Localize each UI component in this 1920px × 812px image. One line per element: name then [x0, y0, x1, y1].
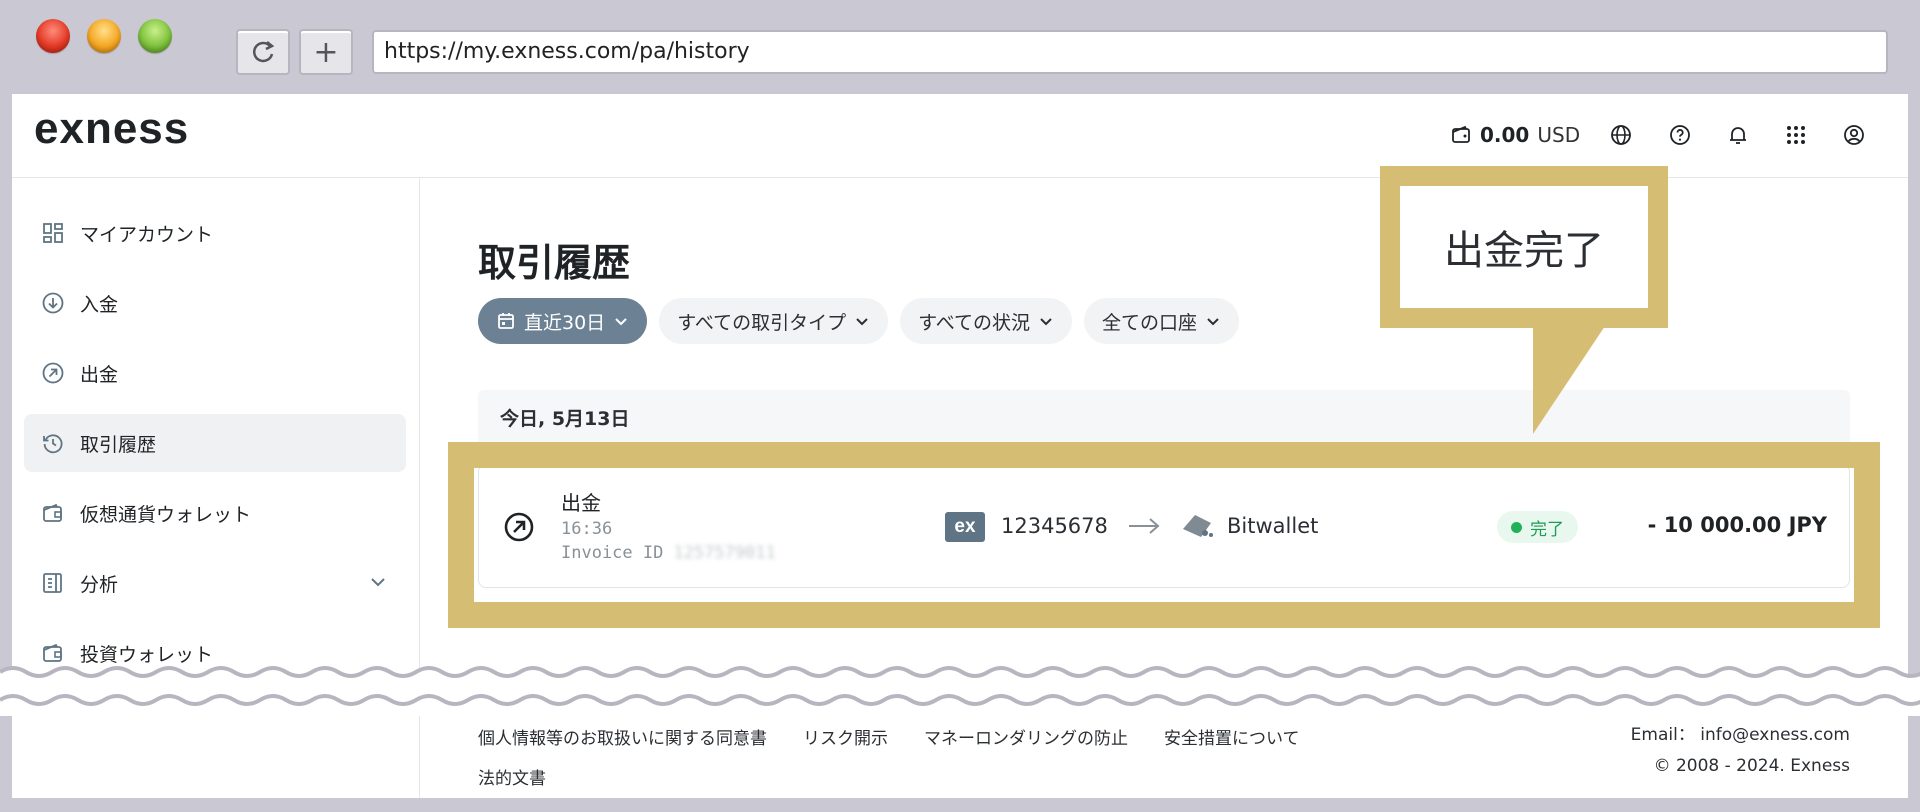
- date-group-header: 今日, 5月13日: [478, 390, 1850, 448]
- reload-icon: [252, 41, 275, 63]
- filter-period[interactable]: 直近30日: [478, 298, 648, 344]
- page-title: 取引履歴: [478, 241, 631, 285]
- help-button[interactable]: [1667, 122, 1693, 148]
- profile-button[interactable]: [1841, 122, 1867, 148]
- reload-button[interactable]: [236, 29, 290, 75]
- chevron-down-icon: [856, 318, 868, 326]
- chevron-down-icon: [1040, 318, 1052, 326]
- chevron-down-icon: [615, 318, 627, 326]
- notifications-button[interactable]: [1725, 122, 1751, 148]
- filter-bar: 直近30日 すべての取引タイプ すべての状況 全ての口座: [478, 298, 1240, 344]
- footer-link-aml[interactable]: マネーロンダリングの防止: [924, 724, 1128, 749]
- filter-status[interactable]: すべての状況: [900, 298, 1073, 344]
- address-bar[interactable]: https://my.exness.com/pa/history: [372, 30, 1888, 74]
- balance-amount: 0.00: [1480, 123, 1530, 147]
- sidebar-item-withdraw[interactable]: 出金: [24, 344, 406, 402]
- chevron-down-icon: [1207, 318, 1219, 326]
- filter-label: 直近30日: [524, 311, 606, 334]
- apps-button[interactable]: [1783, 122, 1809, 148]
- crypto-wallet-icon: [40, 500, 66, 526]
- footer-copyright: © 2008 - 2024. Exness: [1653, 756, 1850, 776]
- sidebar-item-analytics[interactable]: 分析: [24, 554, 406, 612]
- sidebar-item-my-account[interactable]: マイアカウント: [24, 204, 406, 262]
- footer-link-risk[interactable]: リスク開示: [803, 724, 888, 749]
- sidebar-item-label: 仮想通貨ウォレット: [80, 503, 252, 526]
- wallet-icon: [1452, 125, 1470, 143]
- exness-logo[interactable]: exness: [34, 104, 189, 154]
- filter-transaction-type[interactable]: すべての取引タイプ: [659, 298, 889, 344]
- filter-label: すべての状況: [918, 311, 1031, 334]
- deposit-icon: [40, 290, 66, 316]
- chevron-down-icon[interactable]: [368, 572, 388, 597]
- new-tab-button[interactable]: +: [299, 29, 353, 75]
- footer-link-legal[interactable]: 法的文書: [478, 764, 546, 789]
- withdraw-icon: [40, 360, 66, 386]
- calendar-icon: [498, 313, 514, 329]
- sidebar-item-deposit[interactable]: 入金: [24, 274, 406, 332]
- minimize-window-button[interactable]: [87, 19, 121, 53]
- filter-account[interactable]: 全ての口座: [1084, 298, 1240, 344]
- analytics-icon: [40, 570, 66, 596]
- footer-link-security[interactable]: 安全措置について: [1164, 724, 1300, 749]
- dashboard-icon: [40, 220, 66, 246]
- sidebar-item-label: 分析: [80, 573, 119, 596]
- filter-label: すべての取引タイプ: [677, 311, 847, 334]
- maximize-window-button[interactable]: [138, 19, 172, 53]
- callout-pointer: [1533, 326, 1605, 434]
- filter-label: 全ての口座: [1102, 311, 1198, 334]
- bell-icon: [1730, 127, 1746, 144]
- annotation-callout: 出金完了: [1380, 166, 1668, 328]
- sidebar-item-label: 出金: [80, 363, 119, 386]
- footer-links: 個人情報等のお取扱いに関する同意書 リスク開示 マネーロンダリングの防止 安全措…: [478, 724, 1300, 749]
- sidebar-item-crypto-wallet[interactable]: 仮想通貨ウォレット: [24, 484, 406, 542]
- footer-link-consent[interactable]: 個人情報等のお取扱いに関する同意書: [478, 724, 767, 749]
- apps-grid-icon: [1787, 126, 1805, 144]
- page-break-wave: [0, 666, 1920, 716]
- footer-email[interactable]: Email： info@exness.com: [1631, 720, 1850, 745]
- balance-display[interactable]: 0.00 USD: [1450, 123, 1580, 147]
- highlight-frame: [448, 442, 1880, 628]
- history-icon: [40, 430, 66, 456]
- balance-currency: USD: [1537, 123, 1581, 147]
- sidebar-item-label: 入金: [80, 293, 119, 316]
- close-window-button[interactable]: [36, 19, 70, 53]
- plus-icon: +: [313, 34, 339, 70]
- callout-text: 出金完了: [1400, 186, 1648, 308]
- globe-icon: [1611, 125, 1631, 145]
- language-button[interactable]: [1608, 122, 1634, 148]
- sidebar-divider: [419, 716, 420, 798]
- browser-chrome: + https://my.exness.com/pa/history: [0, 0, 1920, 94]
- user-icon: [1844, 125, 1864, 145]
- sidebar-item-label: 取引履歴: [80, 433, 157, 456]
- help-icon: [1670, 125, 1690, 145]
- sidebar-item-history[interactable]: 取引履歴: [24, 414, 406, 472]
- sidebar-item-label: マイアカウント: [80, 223, 214, 246]
